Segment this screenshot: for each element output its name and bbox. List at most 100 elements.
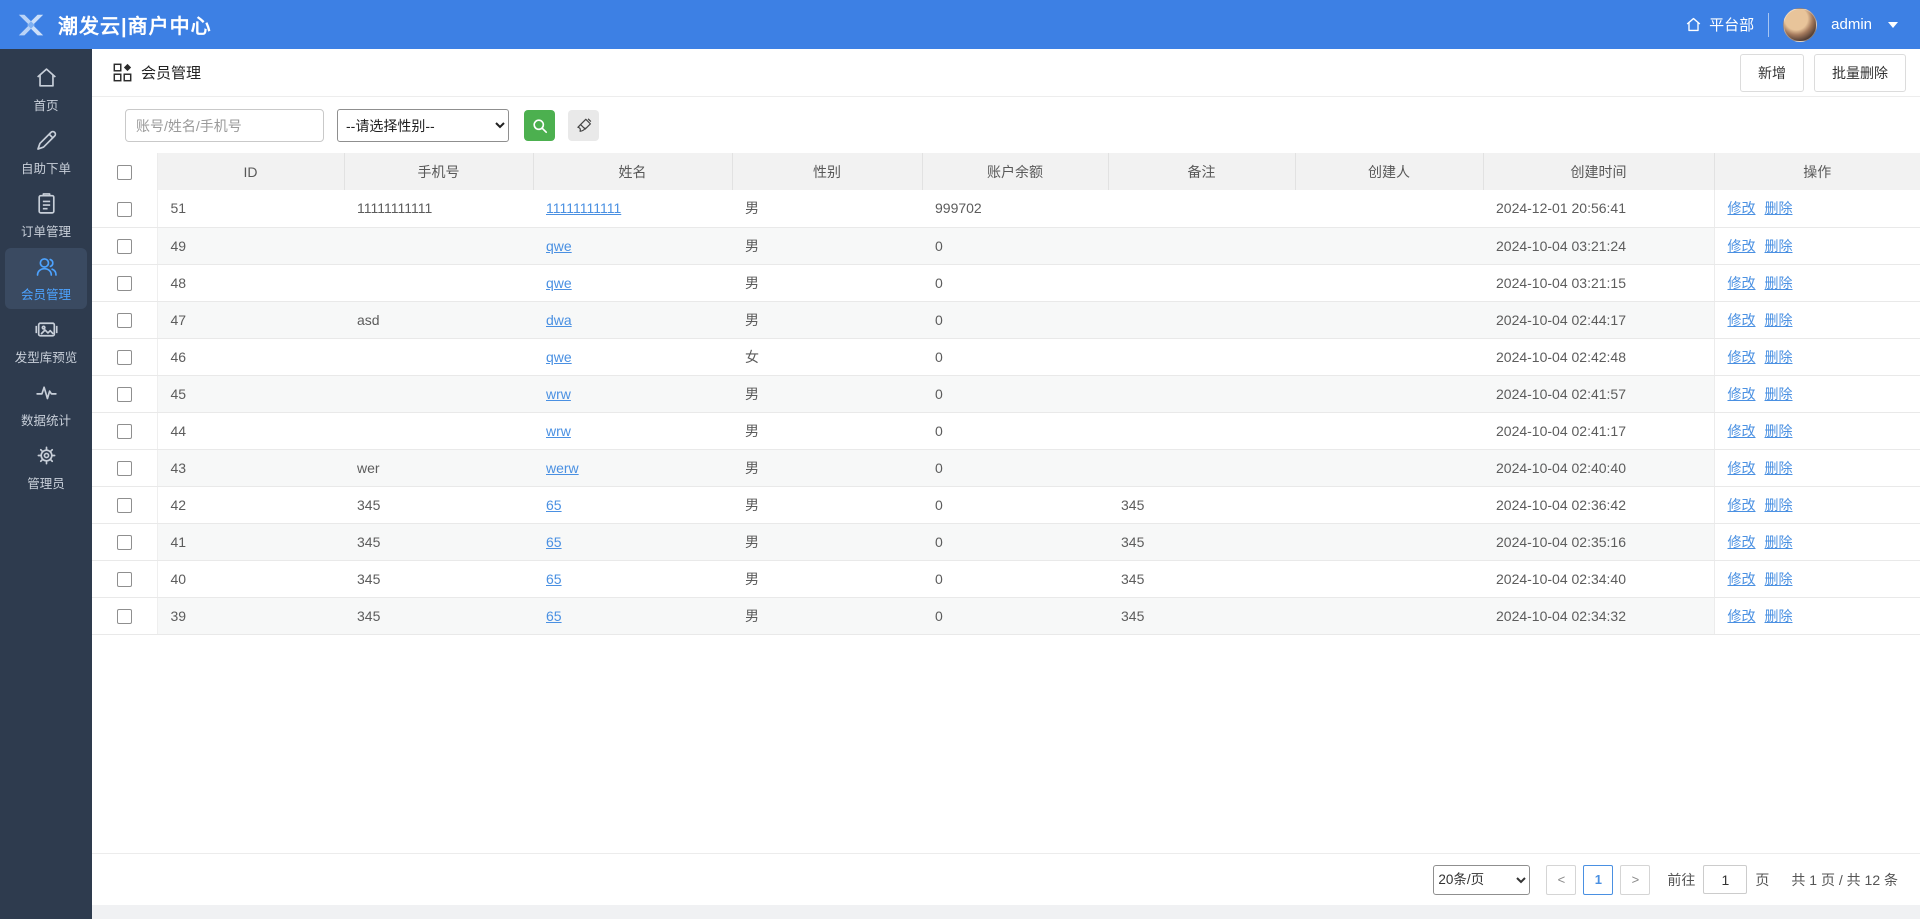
row-checkbox[interactable] (116, 349, 132, 365)
cell-remark: 345 (1108, 486, 1295, 524)
row-checkbox[interactable] (116, 275, 132, 291)
sidebar-item-home[interactable]: 首页 (5, 59, 87, 120)
cell-phone: 11111111111 (344, 190, 533, 228)
user-name[interactable]: admin (1831, 16, 1872, 33)
next-page-button[interactable]: > (1620, 864, 1651, 895)
page-1-button[interactable]: 1 (1583, 864, 1614, 895)
member-name-link[interactable]: 11111111111 (546, 200, 621, 216)
home-small-icon (1686, 17, 1701, 32)
cell-creator (1295, 227, 1483, 265)
select-all-cell (92, 153, 158, 190)
delete-link[interactable]: 删除 (1765, 423, 1793, 439)
row-checkbox[interactable] (116, 201, 132, 217)
search-bar: --请选择性别-- (92, 97, 1920, 153)
edit-link[interactable]: 修改 (1728, 497, 1756, 513)
edit-link[interactable]: 修改 (1728, 386, 1756, 402)
delete-link[interactable]: 删除 (1765, 349, 1793, 365)
sidebar-item-admin[interactable]: 管理员 (5, 437, 87, 498)
delete-link[interactable]: 删除 (1765, 497, 1793, 513)
brand-logo-icon (14, 10, 48, 40)
cell-balance: 0 (922, 301, 1108, 339)
keyword-input[interactable] (125, 109, 324, 142)
edit-link[interactable]: 修改 (1728, 423, 1756, 439)
module-grid-icon (113, 63, 132, 82)
member-name-link[interactable]: wrw (546, 423, 571, 439)
batch-delete-button[interactable]: 批量删除 (1814, 53, 1906, 92)
edit-link[interactable]: 修改 (1728, 200, 1756, 216)
row-checkbox[interactable] (116, 423, 132, 439)
row-checkbox[interactable] (116, 238, 132, 254)
edit-link[interactable]: 修改 (1728, 349, 1756, 365)
delete-link[interactable]: 删除 (1765, 200, 1793, 216)
row-checkbox-cell (92, 227, 158, 265)
dept-switcher[interactable]: 平台部 (1684, 14, 1754, 35)
row-checkbox-cell (92, 375, 158, 413)
sidebar-item-orders[interactable]: 订单管理 (5, 185, 87, 246)
member-name-link[interactable]: 65 (546, 571, 562, 587)
row-checkbox[interactable] (116, 497, 132, 513)
select-all-checkbox[interactable] (116, 164, 132, 180)
edit-link[interactable]: 修改 (1728, 460, 1756, 476)
column-header-1: 手机号 (343, 153, 533, 190)
member-name-link[interactable]: wrw (546, 386, 571, 402)
delete-link[interactable]: 删除 (1765, 571, 1793, 587)
cell-created: 2024-10-04 03:21:24 (1483, 227, 1714, 265)
member-name-link[interactable]: qwe (546, 349, 572, 365)
edit-link[interactable]: 修改 (1728, 312, 1756, 328)
row-checkbox[interactable] (116, 534, 132, 550)
row-checkbox[interactable] (116, 386, 132, 402)
sidebar-item-order[interactable]: 自助下单 (5, 122, 87, 183)
edit-link[interactable]: 修改 (1728, 275, 1756, 291)
topbar-divider (1768, 12, 1770, 37)
sidebar-item-stats[interactable]: 数据统计 (5, 374, 87, 435)
member-name-link[interactable]: qwe (546, 275, 572, 291)
cell-name: werw (533, 449, 732, 487)
pagination-bar: 20条/页 < 1 > 前往 页 共 1 页 / 共 12 条 (92, 853, 1920, 905)
row-checkbox[interactable] (116, 312, 132, 328)
member-name-link[interactable]: 65 (546, 608, 562, 624)
edit-link[interactable]: 修改 (1728, 608, 1756, 624)
sidebar-item-members[interactable]: 会员管理 (5, 248, 87, 309)
member-name-link[interactable]: 65 (546, 497, 562, 513)
member-name-link[interactable]: qwe (546, 238, 572, 254)
row-checkbox[interactable] (116, 571, 132, 587)
goto-page-input[interactable] (1703, 865, 1748, 894)
cell-created: 2024-10-04 02:34:32 (1483, 597, 1714, 635)
user-menu-caret-icon[interactable] (1888, 21, 1898, 28)
delete-link[interactable]: 删除 (1765, 608, 1793, 624)
row-checkbox[interactable] (116, 460, 132, 476)
prev-page-button[interactable]: < (1546, 864, 1577, 895)
page-size-select[interactable]: 20条/页 (1433, 864, 1531, 895)
add-button[interactable]: 新增 (1740, 53, 1804, 92)
sidebar-item-label: 数据统计 (20, 414, 71, 428)
member-name-link[interactable]: dwa (546, 312, 572, 328)
delete-link[interactable]: 删除 (1765, 460, 1793, 476)
cell-name: qwe (533, 227, 732, 265)
pencil-icon (34, 128, 59, 153)
delete-link[interactable]: 删除 (1765, 312, 1793, 328)
reset-button[interactable] (568, 110, 599, 141)
cell-balance: 0 (922, 264, 1108, 302)
sidebar-item-label: 会员管理 (20, 288, 71, 302)
cell-phone: wer (344, 449, 533, 487)
member-name-link[interactable]: 65 (546, 534, 562, 550)
user-avatar[interactable] (1783, 7, 1818, 42)
cell-name: dwa (533, 301, 732, 339)
search-button[interactable] (524, 110, 555, 141)
home-icon (34, 65, 59, 90)
delete-link[interactable]: 删除 (1765, 275, 1793, 291)
goto-label: 前往 (1667, 871, 1696, 888)
delete-link[interactable]: 删除 (1765, 238, 1793, 254)
cell-balance: 0 (922, 338, 1108, 376)
row-checkbox-cell (92, 560, 158, 598)
sidebar-item-gallery[interactable]: 发型库预览 (5, 311, 87, 372)
gender-select[interactable]: --请选择性别-- (337, 109, 509, 142)
delete-link[interactable]: 删除 (1765, 534, 1793, 550)
delete-link[interactable]: 删除 (1765, 386, 1793, 402)
cell-creator (1295, 486, 1483, 524)
member-name-link[interactable]: werw (546, 460, 579, 476)
edit-link[interactable]: 修改 (1728, 238, 1756, 254)
edit-link[interactable]: 修改 (1728, 571, 1756, 587)
row-checkbox[interactable] (116, 608, 132, 624)
edit-link[interactable]: 修改 (1728, 534, 1756, 550)
